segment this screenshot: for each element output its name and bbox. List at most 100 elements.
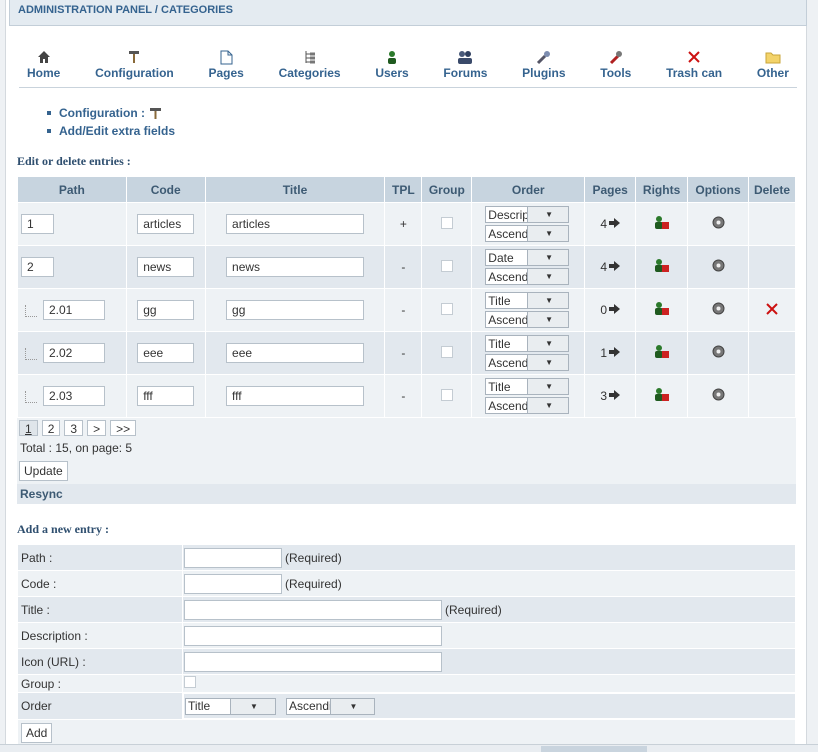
title-input[interactable] <box>226 257 365 277</box>
new-order-by-select[interactable]: Title ▼ <box>185 697 276 715</box>
order-dir-select[interactable]: Ascending▼ <box>485 268 570 285</box>
new-order-dir-select[interactable]: Ascending▼ <box>286 697 375 715</box>
order-by-select[interactable]: Title ▼ <box>485 378 570 395</box>
chevron-down-icon: ▼ <box>526 250 569 265</box>
toolbar-tools[interactable]: Tools <box>592 48 639 80</box>
arrow-right-icon <box>609 260 621 274</box>
new-description-input[interactable] <box>184 625 442 646</box>
rights-icon[interactable] <box>654 216 670 233</box>
code-input[interactable] <box>137 300 195 320</box>
toolbar-trash-can[interactable]: Trash can <box>658 48 730 80</box>
pages-link[interactable]: 1 <box>584 331 637 375</box>
pages-link[interactable]: 4 <box>584 245 637 289</box>
new-path-input[interactable] <box>184 547 282 568</box>
group-checkbox[interactable] <box>440 259 453 272</box>
new-group-checkbox[interactable] <box>184 676 196 688</box>
order-by-select[interactable]: Title ▼ <box>485 335 570 352</box>
horizontal-scrollbar[interactable] <box>0 744 818 752</box>
page-button[interactable]: 2 <box>41 420 61 436</box>
gear-icon[interactable] <box>711 216 726 233</box>
gear-icon[interactable] <box>711 345 726 362</box>
tpl-value: + <box>384 202 423 246</box>
arrow-right-icon <box>609 346 621 360</box>
toolbar-forums[interactable]: Forums <box>435 48 495 80</box>
admin-toolbar: Home Configuration Pages Categories User… <box>19 48 797 88</box>
rights-icon[interactable] <box>654 388 670 405</box>
code-input[interactable] <box>137 386 195 406</box>
code-input[interactable] <box>137 257 195 277</box>
hammer-icon <box>127 48 141 66</box>
chevron-down-icon: ▼ <box>330 698 374 714</box>
path-input[interactable] <box>43 386 105 406</box>
title-input[interactable] <box>226 300 365 320</box>
add-button[interactable]: Add <box>21 722 53 743</box>
pages-link[interactable]: 0 <box>584 288 637 332</box>
group-checkbox[interactable] <box>440 302 453 315</box>
path-input[interactable] <box>21 214 54 234</box>
path-input[interactable] <box>21 257 54 277</box>
order-by-select[interactable]: Description▼ <box>485 206 570 223</box>
table-row: - Title▼ Ascending▼ 3 <box>17 374 797 418</box>
order-by-select[interactable]: Title ▼ <box>485 292 570 309</box>
order-dir-select[interactable]: Ascending▼ <box>485 311 570 328</box>
new-icon-url-input[interactable] <box>184 651 442 672</box>
toolbar-plugins[interactable]: Plugins <box>514 48 573 80</box>
path-input[interactable] <box>43 343 105 363</box>
code-input[interactable] <box>137 343 195 363</box>
pages-link[interactable]: 4 <box>584 202 637 246</box>
table-row: + Description▼ Ascending▼ 4 <box>17 202 797 246</box>
column-header-rights: Rights <box>635 176 689 203</box>
chevron-down-icon: ▼ <box>526 312 569 327</box>
code-input[interactable] <box>137 214 195 234</box>
toolbar-configuration[interactable]: Configuration <box>87 48 182 80</box>
rights-icon[interactable] <box>654 345 670 362</box>
new-code-input[interactable] <box>184 573 282 594</box>
order-dir-select[interactable]: Ascending▼ <box>485 397 570 414</box>
toolbar-label: Users <box>375 66 409 80</box>
gear-icon[interactable] <box>711 259 726 276</box>
add-entry-form: Path : (Required) Code : (Required) Titl… <box>17 544 796 746</box>
toolbar-other[interactable]: Other <box>749 48 797 80</box>
required-note: (Required) <box>285 576 342 591</box>
pages-count: 4 <box>600 260 608 274</box>
extra-fields-link[interactable]: Add/Edit extra fields <box>47 122 807 140</box>
column-header-options: Options <box>687 176 749 203</box>
order-dir-select[interactable]: Ascending▼ <box>485 354 570 371</box>
chevron-down-icon: ▼ <box>526 207 569 222</box>
toolbar-categories[interactable]: Categories <box>271 48 349 80</box>
title-input[interactable] <box>226 386 365 406</box>
pagination: 1 2 3 > >> <box>17 418 796 438</box>
resync-link[interactable]: Resync <box>17 484 796 504</box>
pages-link[interactable]: 3 <box>584 374 637 418</box>
tpl-value: - <box>384 245 423 289</box>
rights-icon[interactable] <box>654 259 670 276</box>
x-icon <box>687 48 701 66</box>
gear-icon[interactable] <box>711 388 726 405</box>
gear-icon[interactable] <box>711 302 726 319</box>
group-checkbox[interactable] <box>440 216 453 229</box>
title-input[interactable] <box>226 343 365 363</box>
chevron-down-icon: ▼ <box>230 698 275 714</box>
scrollbar-thumb[interactable] <box>541 746 647 752</box>
last-page-button[interactable]: >> <box>110 420 137 436</box>
order-by-select[interactable]: Date ▼ <box>485 249 570 266</box>
new-title-input[interactable] <box>184 599 442 620</box>
group-checkbox[interactable] <box>440 388 453 401</box>
page-button[interactable]: 3 <box>64 420 84 436</box>
path-input[interactable] <box>43 300 105 320</box>
page-button[interactable]: 1 <box>19 420 38 436</box>
rights-icon[interactable] <box>654 302 670 319</box>
configuration-link[interactable]: Configuration : <box>47 104 807 122</box>
toolbar-home[interactable]: Home <box>19 48 68 80</box>
toolbar-pages[interactable]: Pages <box>200 48 251 80</box>
delete-icon[interactable] <box>765 302 779 319</box>
right-scrollbar[interactable] <box>806 0 818 752</box>
tpl-value: - <box>384 288 423 332</box>
next-page-button[interactable]: > <box>87 420 107 436</box>
title-input[interactable] <box>226 214 365 234</box>
toolbar-users[interactable]: Users <box>367 48 416 80</box>
order-dir-select[interactable]: Ascending▼ <box>485 225 570 242</box>
group-checkbox[interactable] <box>440 345 453 358</box>
update-button[interactable]: Update <box>19 461 68 481</box>
pages-count: 4 <box>600 217 608 231</box>
